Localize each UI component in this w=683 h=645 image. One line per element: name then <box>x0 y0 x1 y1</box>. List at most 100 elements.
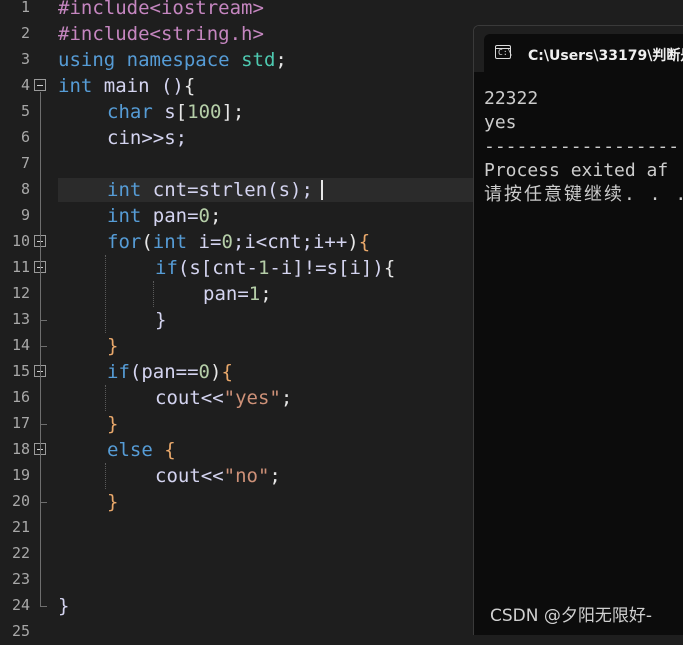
line-number: 11 <box>11 258 30 276</box>
code-text[interactable]: #include<string.h> <box>58 21 264 47</box>
identifier: main () <box>103 75 184 97</box>
line-number: 9 <box>20 206 30 224</box>
type-keyword: int <box>107 179 142 201</box>
keyword: using <box>58 49 116 71</box>
fold-end-marker <box>40 424 47 425</box>
punctuation: ; <box>260 283 272 305</box>
brace: { <box>221 361 233 383</box>
punctuation: ) <box>347 231 359 253</box>
indent-guide <box>105 463 106 489</box>
code-text[interactable]: int main (){ <box>58 73 195 99</box>
terminal-icon: C:\ <box>495 45 513 59</box>
code-text[interactable]: cout<<"no"; <box>155 463 281 489</box>
identifier: (pan== <box>129 361 199 383</box>
line-number: 4 <box>20 76 30 94</box>
line-number: 22 <box>11 544 30 562</box>
punctuation: ) <box>209 361 222 383</box>
console-output-line: 22322 <box>484 88 539 109</box>
fold-collapse-icon[interactable] <box>34 79 46 91</box>
punctuation: [ <box>175 101 188 123</box>
indent-guide <box>153 281 154 307</box>
console-output-line: yes <box>484 112 517 133</box>
identifier: -i]!=s[i]) <box>269 257 384 279</box>
punctuation: ( <box>141 231 153 253</box>
punctuation: ; <box>280 387 293 409</box>
type-keyword: int <box>107 205 142 227</box>
namespace-name: std <box>241 49 276 71</box>
code-text[interactable]: int cnt=strlen(s); <box>107 177 313 203</box>
console-titlebar[interactable]: C:\ C:\Users\33179\判断是 <box>474 26 683 72</box>
text-caret <box>321 180 323 200</box>
indent-guide <box>105 385 106 411</box>
code-text[interactable]: } <box>155 307 166 333</box>
line-number: 10 <box>11 232 30 250</box>
line-number: 23 <box>11 570 30 588</box>
type-keyword: int <box>58 75 93 97</box>
line-number: 13 <box>11 310 30 328</box>
keyword: namespace <box>126 49 230 71</box>
identifier: ;i<cnt;i++ <box>232 231 348 253</box>
code-text[interactable]: int pan=0; <box>107 203 221 229</box>
keyword: if <box>107 361 130 383</box>
number: 1 <box>248 283 261 305</box>
line-number: 24 <box>11 596 30 614</box>
line-number: 3 <box>20 50 30 68</box>
identifier: cnt=strlen(s); <box>152 179 313 201</box>
brace: { <box>152 439 176 461</box>
code-text[interactable]: } <box>107 489 118 515</box>
console-output-line: ------------------ <box>484 136 680 157</box>
csdn-watermark: CSDN @夕阳无限好- <box>490 606 653 626</box>
punctuation: ]; <box>221 101 245 123</box>
line-number: 2 <box>20 24 30 42</box>
code-text[interactable]: cout<<"yes"; <box>155 385 292 411</box>
line-number: 18 <box>11 440 30 458</box>
console-tab-title: C:\Users\33179\判断是 <box>528 48 683 64</box>
type-keyword: int <box>152 231 188 253</box>
code-text[interactable]: cin>>s; <box>107 125 187 151</box>
fold-end-marker <box>40 606 47 607</box>
line-number: 5 <box>20 102 30 120</box>
console-window[interactable]: C:\ C:\Users\33179\判断是 22322 yes -------… <box>473 25 683 635</box>
code-text[interactable]: using namespace std; <box>58 47 287 73</box>
line-number: 6 <box>20 128 30 146</box>
identifier: i= <box>187 231 222 253</box>
line-number: 20 <box>11 492 30 510</box>
code-text[interactable]: char s[100]; <box>107 99 244 125</box>
console-tab[interactable]: C:\ C:\Users\33179\判断是 <box>484 34 683 72</box>
code-text[interactable]: for(int i=0;i<cnt;i++){ <box>107 229 370 255</box>
fold-end-marker <box>40 502 47 503</box>
type-keyword: char <box>107 101 153 123</box>
line-number: 14 <box>11 336 30 354</box>
code-text[interactable]: else { <box>107 437 176 463</box>
punctuation: ; <box>210 205 222 227</box>
code-text[interactable]: pan=1; <box>203 281 272 307</box>
brace: { <box>183 75 196 97</box>
line-number: 21 <box>11 518 30 536</box>
identifier: cout<< <box>155 387 224 409</box>
fold-end-marker <box>40 320 47 321</box>
code-text[interactable]: #include<iostream> <box>58 0 264 21</box>
line-number: 17 <box>11 414 30 432</box>
brace: { <box>358 231 371 253</box>
code-text[interactable]: if(s[cnt-1-i]!=s[i]){ <box>155 255 395 281</box>
string-literal: "no" <box>223 465 270 487</box>
identifier: pan= <box>152 205 199 227</box>
identifier: cout<< <box>155 465 224 487</box>
fold-guide <box>40 92 41 606</box>
code-text[interactable]: } <box>58 593 69 619</box>
code-line-1[interactable]: 1 #include<iostream> <box>0 0 683 21</box>
number: 0 <box>198 205 210 227</box>
fold-end-marker <box>40 346 47 347</box>
code-text[interactable]: } <box>107 333 118 359</box>
line-number: 19 <box>11 466 30 484</box>
line-number: 7 <box>20 154 30 172</box>
console-output-line: Process exited af <box>484 160 669 181</box>
keyword: if <box>155 257 178 279</box>
console-output-line: 请按任意键继续. . . <box>484 184 683 205</box>
terminal-icon-label: C:\ <box>498 48 513 57</box>
code-text[interactable]: } <box>107 411 118 437</box>
punctuation: ; <box>269 465 281 487</box>
number: 0 <box>198 361 210 383</box>
line-number: 16 <box>11 388 30 406</box>
code-text[interactable]: if(pan==0){ <box>107 359 233 385</box>
